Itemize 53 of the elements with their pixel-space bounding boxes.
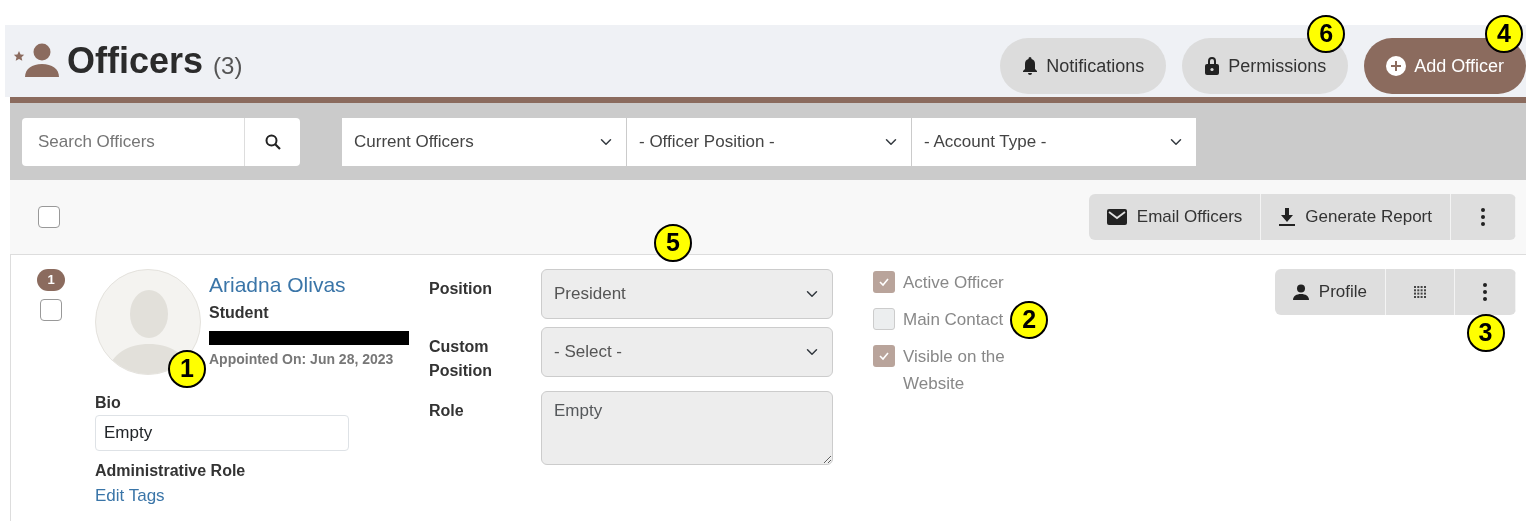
envelope-icon bbox=[1106, 209, 1127, 225]
filter-dropdown[interactable]: - Officer Position - bbox=[627, 117, 911, 166]
role-field[interactable]: Empty bbox=[541, 391, 833, 465]
filter-dropdown[interactable]: Current Officers bbox=[342, 117, 626, 166]
plus-icon bbox=[1386, 56, 1407, 76]
download-icon bbox=[1279, 208, 1296, 226]
flag-label: Main Contact bbox=[903, 309, 1004, 331]
callout-marker: 4 bbox=[1485, 15, 1523, 53]
person-icon bbox=[1292, 284, 1309, 300]
search-icon bbox=[264, 133, 281, 150]
callout-marker: 3 bbox=[1466, 314, 1505, 352]
flag-checkbox[interactable] bbox=[873, 345, 895, 367]
appointed-date: Appointed On: Jun 28, 2023 bbox=[209, 349, 395, 369]
officers-icon bbox=[13, 43, 59, 79]
toolbar-button[interactable]: Generate Report bbox=[1261, 194, 1451, 240]
flag-label: Visible on the Website bbox=[903, 346, 1006, 395]
flag-checkbox[interactable] bbox=[873, 271, 895, 293]
toolbar-button[interactable]: Email Officers bbox=[1088, 194, 1262, 240]
select-all-checkbox[interactable] bbox=[38, 206, 60, 228]
search-button[interactable] bbox=[244, 117, 300, 166]
bio-label: Bio bbox=[95, 393, 122, 413]
officer-name-link[interactable]: Ariadna Olivas bbox=[209, 269, 409, 301]
check-icon bbox=[878, 276, 890, 288]
page-title: Officers bbox=[67, 43, 204, 79]
filter-dropdown[interactable]: - Account Type - bbox=[912, 117, 1196, 166]
account-type: Student bbox=[209, 302, 270, 323]
check-icon bbox=[878, 350, 890, 362]
field-label: Custom Position bbox=[429, 337, 494, 381]
edit-tags-link[interactable]: Edit Tags bbox=[95, 486, 165, 505]
bio-field[interactable]: Empty bbox=[95, 415, 349, 451]
action-button[interactable] bbox=[1386, 269, 1455, 315]
row-checkbox[interactable] bbox=[40, 299, 62, 321]
more-icon bbox=[1483, 283, 1487, 301]
field-dropdown[interactable]: President bbox=[541, 269, 833, 319]
more-icon bbox=[1481, 208, 1485, 226]
action-button[interactable] bbox=[1455, 269, 1516, 315]
bell-icon bbox=[1022, 56, 1039, 76]
officer-count: (3) bbox=[213, 51, 243, 81]
callout-marker: 6 bbox=[1307, 15, 1346, 53]
lock-icon bbox=[1204, 56, 1221, 76]
header-button[interactable]: Notifications bbox=[1000, 38, 1167, 94]
row-number-badge: 1 bbox=[37, 269, 65, 291]
callout-marker: 2 bbox=[1010, 300, 1049, 339]
field-dropdown[interactable]: - Select - bbox=[541, 327, 833, 377]
action-button[interactable]: Profile bbox=[1274, 269, 1386, 315]
flag-label: Active Officer bbox=[903, 272, 1004, 294]
field-label: Position bbox=[429, 279, 494, 299]
flag-checkbox[interactable] bbox=[873, 308, 895, 330]
callout-marker: 1 bbox=[168, 350, 206, 388]
field-label: Role bbox=[429, 401, 465, 421]
search-field[interactable]: Search Officers bbox=[22, 117, 244, 166]
grid-icon bbox=[1414, 286, 1426, 298]
admin-role-label: Administrative Role bbox=[95, 461, 247, 481]
